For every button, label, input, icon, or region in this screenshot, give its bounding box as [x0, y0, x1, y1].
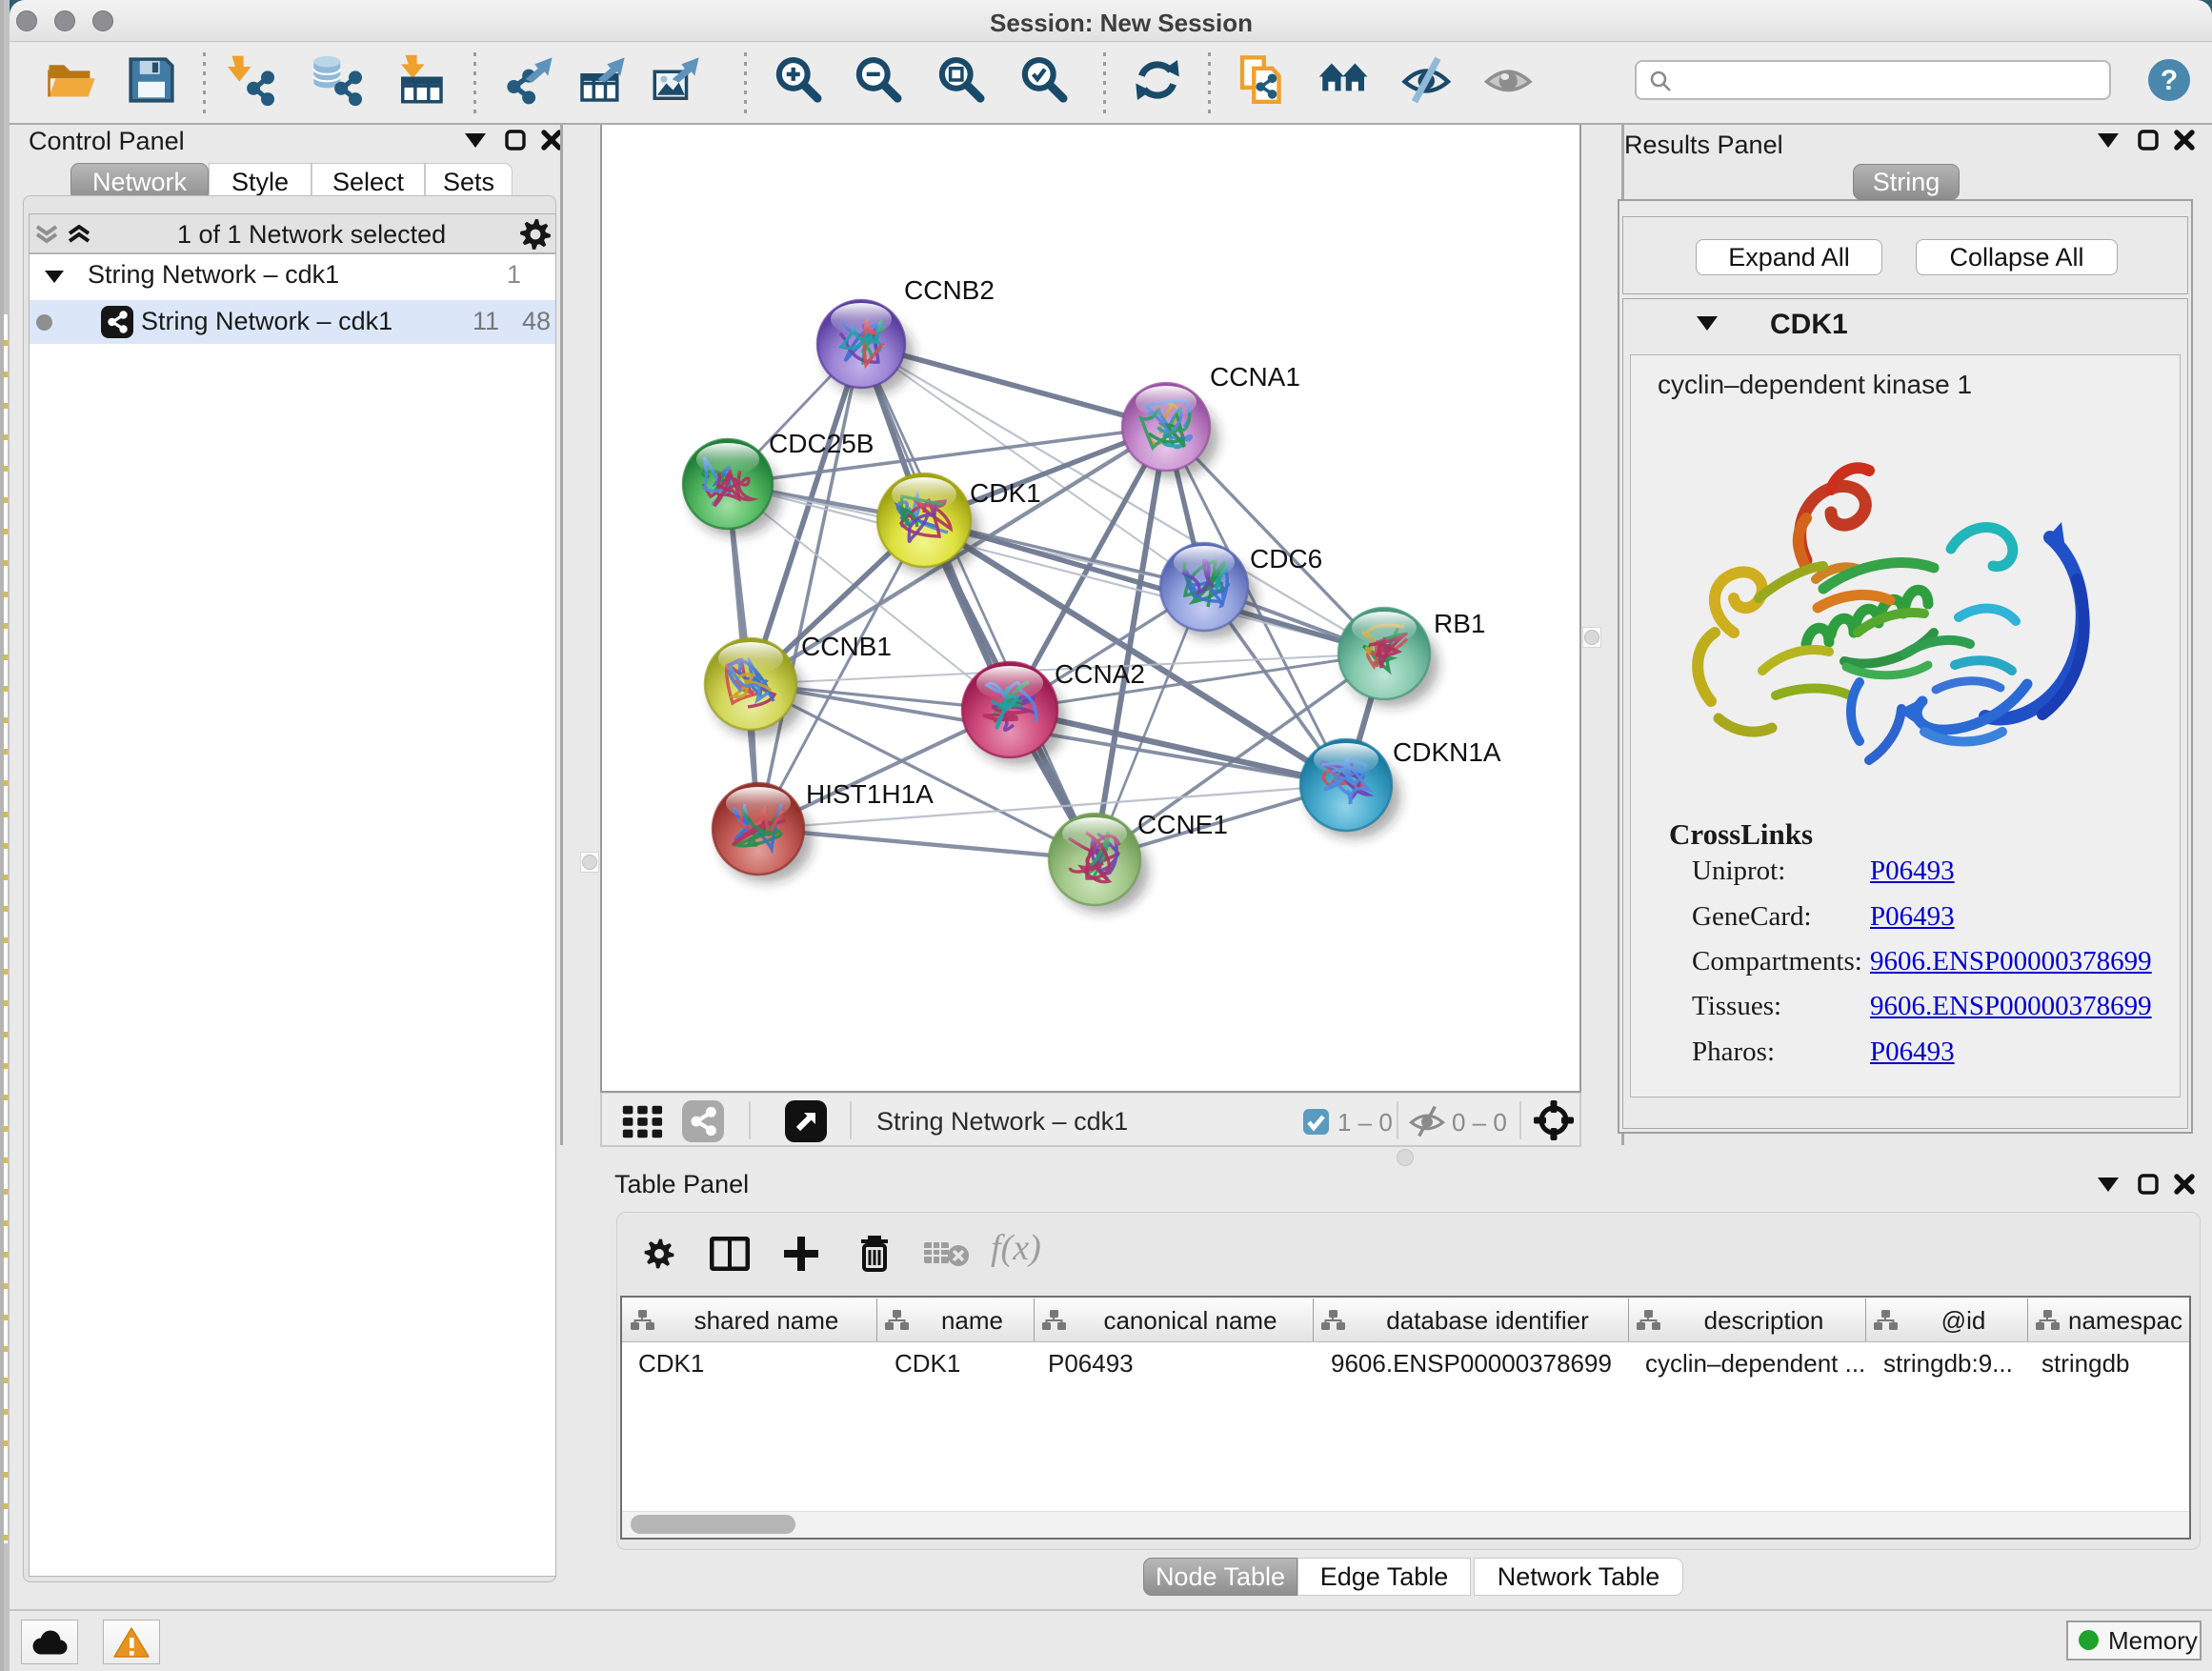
svg-text:CDC6: CDC6 — [1250, 544, 1322, 574]
svg-text:CCNA1: CCNA1 — [1210, 362, 1300, 392]
svg-text:CDK1: CDK1 — [970, 478, 1041, 508]
svg-text:RB1: RB1 — [1434, 609, 1485, 638]
svg-text:CDC25B: CDC25B — [769, 429, 874, 458]
svg-text:CCNE1: CCNE1 — [1137, 810, 1228, 839]
svg-text:HIST1H1A: HIST1H1A — [806, 779, 934, 809]
svg-text:CDKN1A: CDKN1A — [1393, 737, 1501, 767]
svg-text:CCNB2: CCNB2 — [904, 275, 995, 305]
svg-text:CCNA2: CCNA2 — [1055, 659, 1145, 689]
svg-text:?: ? — [2161, 65, 2178, 96]
svg-text:CCNB1: CCNB1 — [801, 632, 892, 661]
